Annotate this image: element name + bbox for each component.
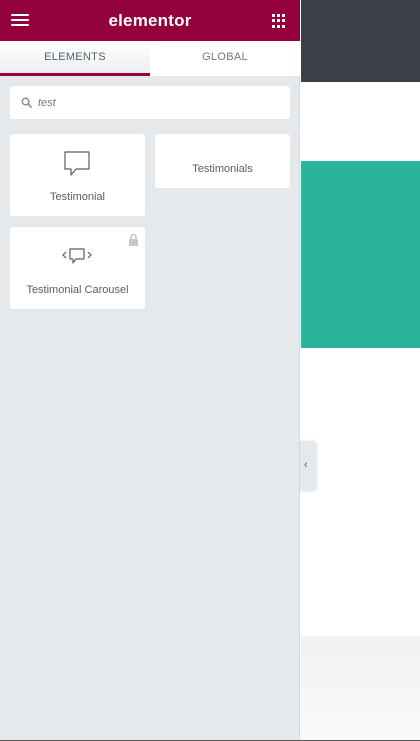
panel-collapse-toggle[interactable]: ‹ xyxy=(300,441,316,491)
page-preview xyxy=(301,0,420,741)
widget-testimonials[interactable]: Testimonials xyxy=(155,134,290,188)
chevron-left-icon: ‹ xyxy=(304,459,308,471)
panel-tabs: ELEMENTS GLOBAL xyxy=(0,41,300,76)
widget-label: Testimonials xyxy=(192,163,253,175)
editor-panel: elementor ELEMENTS GLOBAL Testimonial Te… xyxy=(0,0,300,741)
widget-testimonial[interactable]: Testimonial xyxy=(10,134,145,216)
widget-testimonial-carousel[interactable]: Testimonial Carousel xyxy=(10,227,145,309)
carousel-bubble-icon xyxy=(62,248,92,264)
preview-footer-section xyxy=(301,636,420,741)
speech-bubble-icon xyxy=(64,151,90,176)
widget-label: Testimonial xyxy=(49,191,106,203)
search-input[interactable] xyxy=(38,94,278,111)
grid-icon[interactable] xyxy=(272,14,286,28)
widget-label: Testimonial Carousel xyxy=(26,284,129,296)
preview-header-section xyxy=(301,0,420,82)
preview-hero-section xyxy=(301,161,420,348)
brand-logo: elementor xyxy=(108,11,192,30)
search-box xyxy=(10,86,290,119)
panel-header: elementor xyxy=(0,0,300,41)
lock-icon xyxy=(129,233,138,246)
tab-global[interactable]: GLOBAL xyxy=(150,41,300,76)
tab-elements[interactable]: ELEMENTS xyxy=(0,41,150,76)
search-icon xyxy=(21,97,32,108)
